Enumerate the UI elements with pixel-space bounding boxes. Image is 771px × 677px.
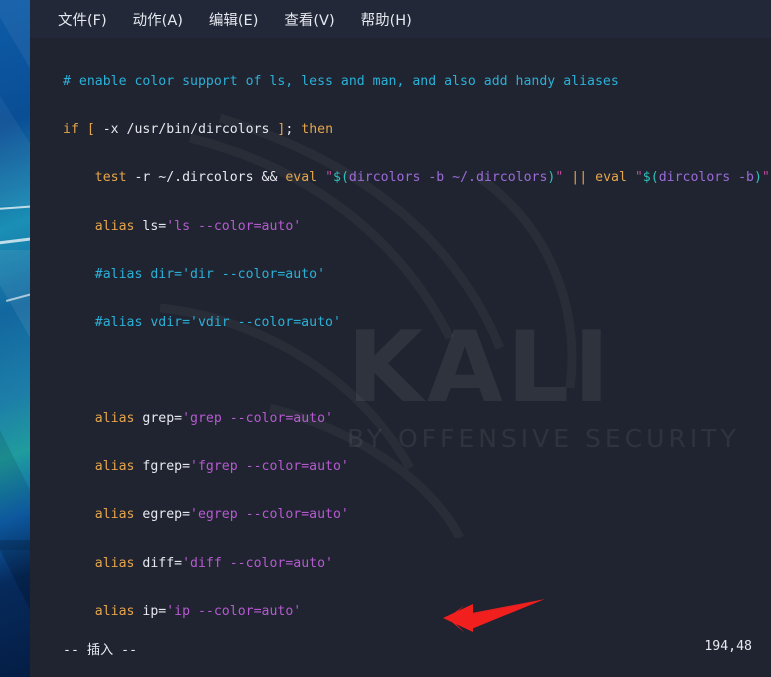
editor-text-buffer[interactable]: # enable color support of ls, less and m… xyxy=(30,38,771,638)
code-line: #alias vdir='vdir --color=auto' xyxy=(63,314,341,330)
code-line: alias grep='grep --color=auto' xyxy=(94,411,333,427)
code-line: alias diff='diff --color=auto' xyxy=(94,555,333,571)
menu-help[interactable]: 帮助(H) xyxy=(361,9,412,30)
code-line: #alias dir='dir --color=auto' xyxy=(63,266,326,282)
code-line: test -r ~/.dircolors && eval "$(dircolor… xyxy=(94,170,770,186)
code-line: alias fgrep='fgrep --color=auto' xyxy=(94,459,349,475)
code-line: alias ip='ip --color=auto' xyxy=(94,603,302,619)
menu-file[interactable]: 文件(F) xyxy=(58,9,107,30)
screen: 文件(F) 动作(A) 编辑(E) 查看(V) 帮助(H) KALI BY OF… xyxy=(0,0,771,677)
vim-mode-indicator: -- 插入 -- xyxy=(63,643,138,658)
menu-actions[interactable]: 动作(A) xyxy=(133,9,183,30)
terminal-bottom-fill xyxy=(30,660,771,677)
menu-view[interactable]: 查看(V) xyxy=(284,9,334,30)
code-line: if [ -x /usr/bin/dircolors ]; then xyxy=(63,122,334,138)
terminal-window: 文件(F) 动作(A) 编辑(E) 查看(V) 帮助(H) KALI BY OF… xyxy=(30,0,771,677)
menu-edit[interactable]: 编辑(E) xyxy=(209,9,258,30)
code-line: alias ls='ls --color=auto' xyxy=(94,218,302,234)
vim-editor-viewport[interactable]: KALI BY OFFENSIVE SECURITY # enable colo… xyxy=(30,38,771,638)
code-line: # enable color support of ls, less and m… xyxy=(63,74,619,90)
cursor-position-indicator: 194,48 xyxy=(704,639,752,654)
menu-bar: 文件(F) 动作(A) 编辑(E) 查看(V) 帮助(H) xyxy=(30,0,771,38)
status-bar: -- 插入 -- 194,48 xyxy=(30,638,771,660)
code-line: alias egrep='egrep --color=auto' xyxy=(94,507,349,523)
